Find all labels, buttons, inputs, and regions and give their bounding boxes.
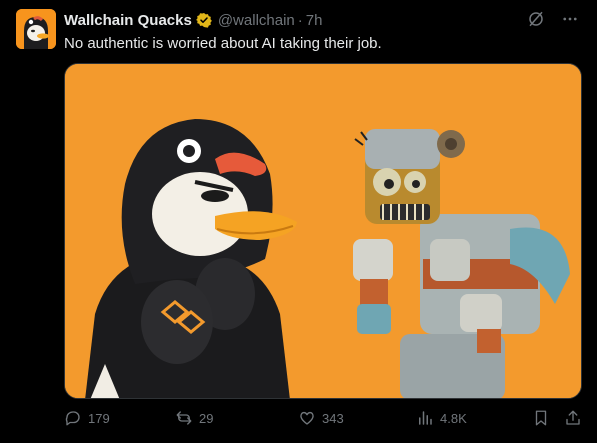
grok-icon[interactable] [527, 10, 545, 33]
bookmark-icon [535, 410, 547, 426]
share-button[interactable] [564, 405, 582, 431]
like-button[interactable]: 343 [298, 405, 344, 431]
header-actions [527, 10, 579, 33]
duck-vs-robot-illustration [65, 64, 581, 398]
views-button[interactable]: 4.8K [416, 405, 467, 431]
reply-button[interactable]: 179 [64, 405, 110, 431]
tweet[interactable]: Wallchain Quacks @wallchain · 7h No auth [0, 0, 597, 443]
separator-dot: · [297, 11, 303, 29]
tweet-actions: 179 29 343 4.8K [64, 405, 585, 431]
tweet-text: No authentic is worried about AI taking … [64, 35, 382, 52]
duck-avatar-icon [16, 9, 56, 49]
author-handle[interactable]: @wallchain [218, 12, 295, 29]
verified-badge-icon [195, 12, 212, 28]
avatar[interactable] [16, 9, 56, 49]
timestamp[interactable]: 7h [306, 12, 323, 29]
tweet-media-image[interactable] [64, 63, 582, 399]
reply-icon [65, 411, 80, 426]
share-icon [566, 410, 580, 425]
author-name[interactable]: Wallchain Quacks [64, 12, 192, 29]
like-count: 343 [322, 410, 344, 426]
bookmark-button[interactable] [532, 405, 550, 431]
repost-button[interactable]: 29 [175, 405, 213, 431]
like-icon [300, 411, 314, 425]
repost-count: 29 [199, 410, 214, 426]
reply-count: 179 [88, 410, 110, 426]
more-icon[interactable] [561, 10, 579, 33]
views-icon [419, 411, 432, 425]
views-count: 4.8K [440, 410, 467, 426]
tweet-header: Wallchain Quacks @wallchain · 7h [64, 10, 585, 30]
repost-icon [176, 411, 192, 425]
